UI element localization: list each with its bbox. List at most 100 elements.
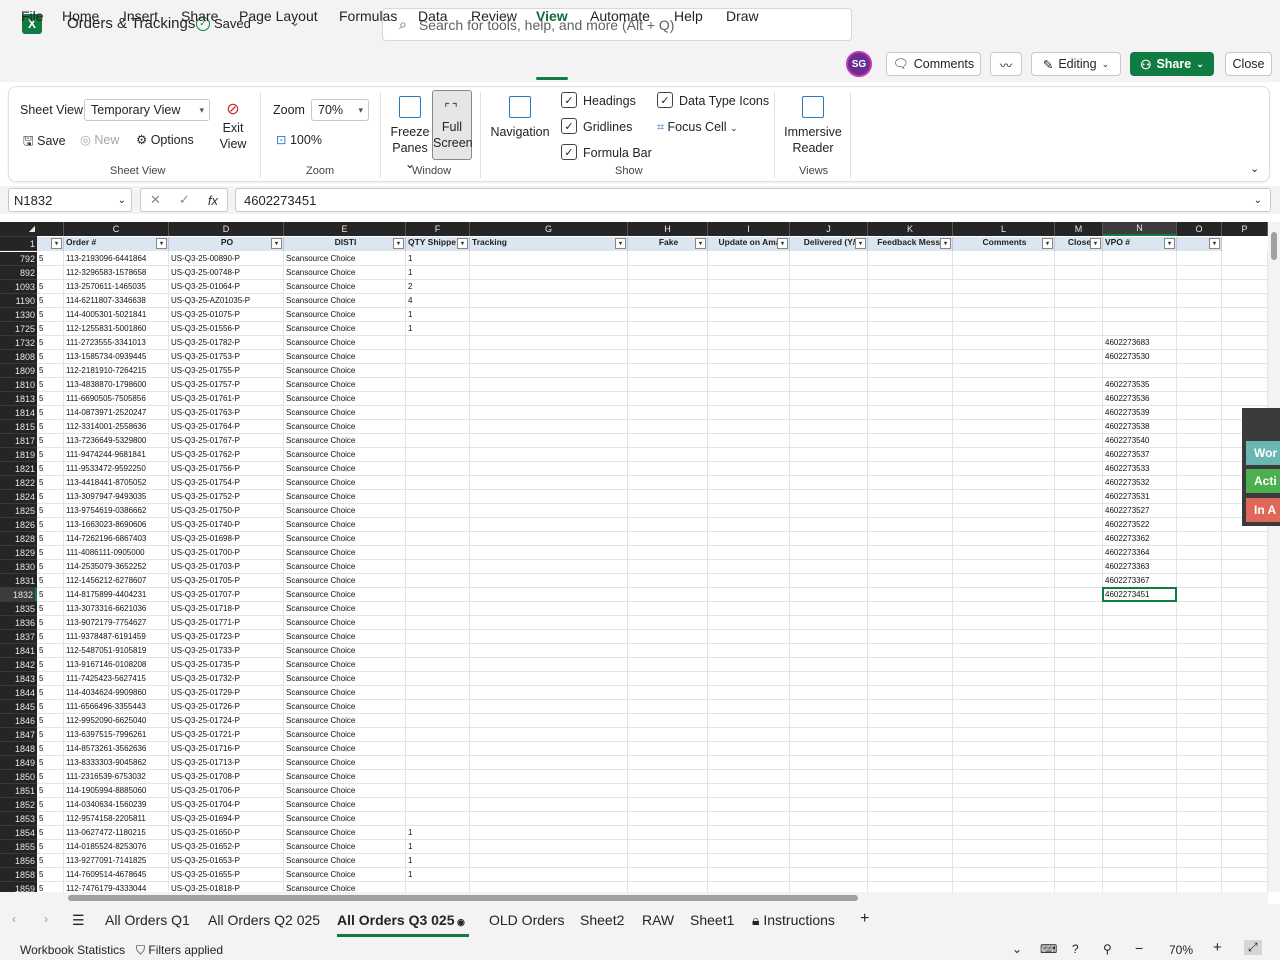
table-cell-vpo[interactable]: 4602273530 [1103, 350, 1177, 364]
table-cell-order[interactable]: 113-1663023-8690606 [64, 518, 169, 532]
table-cell-order[interactable]: 114-6211807-3346638 [64, 294, 169, 308]
table-cell-qty[interactable]: 1 [406, 308, 470, 322]
filter-dropdown-icon[interactable]: ▾ [855, 238, 866, 249]
filter-dropdown-icon[interactable]: ▾ [1164, 238, 1175, 249]
table-cell-vpo[interactable] [1103, 742, 1177, 756]
options-button[interactable]: ⚙ Options [136, 132, 194, 147]
table-cell-vpo[interactable] [1103, 882, 1177, 892]
table-cell-vpo[interactable] [1103, 280, 1177, 294]
table-cell-order[interactable]: 111-2723555-3341013 [64, 336, 169, 350]
table-cell-po[interactable]: US-Q3-25-01757-P [169, 378, 284, 392]
workbook-statistics-button[interactable]: Workbook Statistics [20, 943, 125, 957]
table-cell-order[interactable]: 112-7476179-4333044 [64, 882, 169, 892]
table-cell-b[interactable]: 5 [37, 420, 64, 434]
table-cell-vpo[interactable]: 4602273527 [1103, 504, 1177, 518]
fit-screen-icon[interactable]: ⤢ [1244, 940, 1262, 955]
gridlines-checkbox[interactable]: ✓ [561, 118, 577, 134]
spreadsheet-grid[interactable]: ▾ C Order # ▾ D PO ▾ E DISTI ▾ F QTY Shippe ▾ G Tracki… [0, 222, 1268, 892]
table-cell-disti[interactable]: Scansource Choice [284, 644, 406, 658]
table-cell-disti[interactable]: Scansource Choice [284, 756, 406, 770]
table-cell-order[interactable]: 111-9474244-9681841 [64, 448, 169, 462]
table-cell-vpo[interactable]: 4602273540 [1103, 434, 1177, 448]
zoom-100-button[interactable]: ⊡ 100% [276, 132, 322, 147]
table-cell-qty[interactable] [406, 742, 470, 756]
table-cell-b[interactable]: 5 [37, 798, 64, 812]
sheet-tab[interactable]: All Orders Q2 025 [208, 912, 320, 928]
table-cell-po[interactable]: US-Q3-25-01700-P [169, 546, 284, 560]
table-cell-qty[interactable]: 1 [406, 840, 470, 854]
row-header[interactable]: 1854 [0, 826, 37, 840]
table-cell-po[interactable]: US-Q3-25-01698-P [169, 532, 284, 546]
row-header[interactable]: 1845 [0, 700, 37, 714]
table-cell-po[interactable]: US-Q3-25-01782-P [169, 336, 284, 350]
horizontal-scroll-thumb[interactable] [68, 895, 858, 901]
table-cell-vpo[interactable] [1103, 266, 1177, 280]
row-header[interactable]: 1852 [0, 798, 37, 812]
row-header[interactable]: 1846 [0, 714, 37, 728]
table-cell-vpo[interactable]: 4602273539 [1103, 406, 1177, 420]
table-cell-disti[interactable]: Scansource Choice [284, 700, 406, 714]
row-header[interactable]: 1855 [0, 840, 37, 854]
table-cell-po[interactable]: US-Q3-25-01752-P [169, 490, 284, 504]
table-cell-qty[interactable] [406, 392, 470, 406]
table-cell-disti[interactable]: Scansource Choice [284, 392, 406, 406]
table-cell-b[interactable]: 5 [37, 868, 64, 882]
all-sheets-icon[interactable]: ☰ [72, 912, 85, 929]
table-cell-qty[interactable] [406, 504, 470, 518]
table-cell-b[interactable] [37, 266, 64, 280]
table-cell-po[interactable]: US-Q3-25-01763-P [169, 406, 284, 420]
table-cell-vpo[interactable] [1103, 686, 1177, 700]
table-cell-disti[interactable]: Scansource Choice [284, 588, 406, 602]
row-header[interactable]: 1330 [0, 308, 37, 322]
immersive-reader-button[interactable]: Immersive Reader [782, 96, 844, 156]
row-header[interactable]: 1848 [0, 742, 37, 756]
table-cell-vpo[interactable]: 4602273535 [1103, 378, 1177, 392]
table-cell-disti[interactable]: Scansource Choice [284, 266, 406, 280]
column-header-H[interactable]: H [628, 222, 708, 236]
menu-formulas[interactable]: Formulas [339, 8, 397, 24]
table-cell-qty[interactable] [406, 406, 470, 420]
table-cell-b[interactable]: 5 [37, 308, 64, 322]
table-cell-order[interactable]: 112-1456212-6278607 [64, 574, 169, 588]
row-header[interactable]: 1851 [0, 784, 37, 798]
table-cell-po[interactable]: US-Q3-25-01762-P [169, 448, 284, 462]
table-cell-order[interactable]: 111-6566496-3355443 [64, 700, 169, 714]
menu-help[interactable]: Help [674, 8, 703, 24]
row-header[interactable]: 1825 [0, 504, 37, 518]
table-cell-b[interactable]: 5 [37, 504, 64, 518]
table-cell-order[interactable]: 112-9574158-2205811 [64, 812, 169, 826]
table-cell-order[interactable]: 114-7609514-4678645 [64, 868, 169, 882]
data-type-icons-checkbox[interactable]: ✓ [657, 92, 673, 108]
menu-review[interactable]: Review [471, 8, 517, 24]
table-cell-disti[interactable]: Scansource Choice [284, 630, 406, 644]
table-cell-qty[interactable] [406, 476, 470, 490]
filter-dropdown-icon[interactable]: ▾ [1042, 238, 1053, 249]
sheet-tab[interactable]: RAW [642, 912, 674, 928]
table-cell-qty[interactable] [406, 798, 470, 812]
row-header[interactable]: 1821 [0, 462, 37, 476]
prev-sheet-icon[interactable]: ‹ [12, 912, 16, 926]
row-header[interactable]: 1810 [0, 378, 37, 392]
table-cell-qty[interactable] [406, 644, 470, 658]
help-icon[interactable]: ? [1072, 942, 1079, 956]
table-cell-po[interactable]: US-Q3-25-01713-P [169, 756, 284, 770]
row-header[interactable]: 1844 [0, 686, 37, 700]
table-cell-order[interactable]: 113-4838870-1798600 [64, 378, 169, 392]
table-cell-vpo[interactable] [1103, 728, 1177, 742]
table-cell-order[interactable]: 113-1585734-0939445 [64, 350, 169, 364]
save-view-button[interactable]: 🖫 Save [23, 132, 66, 153]
table-cell-vpo[interactable] [1103, 868, 1177, 882]
chevron-down-icon[interactable]: ⌄ [1254, 195, 1262, 206]
row-header[interactable]: 1829 [0, 546, 37, 560]
menu-page-layout[interactable]: Page Layout [239, 8, 318, 24]
row-header[interactable]: 1842 [0, 658, 37, 672]
row-header[interactable]: 1835 [0, 602, 37, 616]
table-cell-disti[interactable]: Scansource Choice [284, 728, 406, 742]
table-cell-qty[interactable] [406, 672, 470, 686]
row-header[interactable]: 1858 [0, 868, 37, 882]
column-header-P[interactable]: P [1222, 222, 1268, 236]
table-cell-po[interactable]: US-Q3-25-01708-P [169, 770, 284, 784]
table-cell-disti[interactable]: Scansource Choice [284, 490, 406, 504]
table-cell-disti[interactable]: Scansource Choice [284, 854, 406, 868]
navigation-button[interactable]: Navigation [489, 96, 551, 140]
